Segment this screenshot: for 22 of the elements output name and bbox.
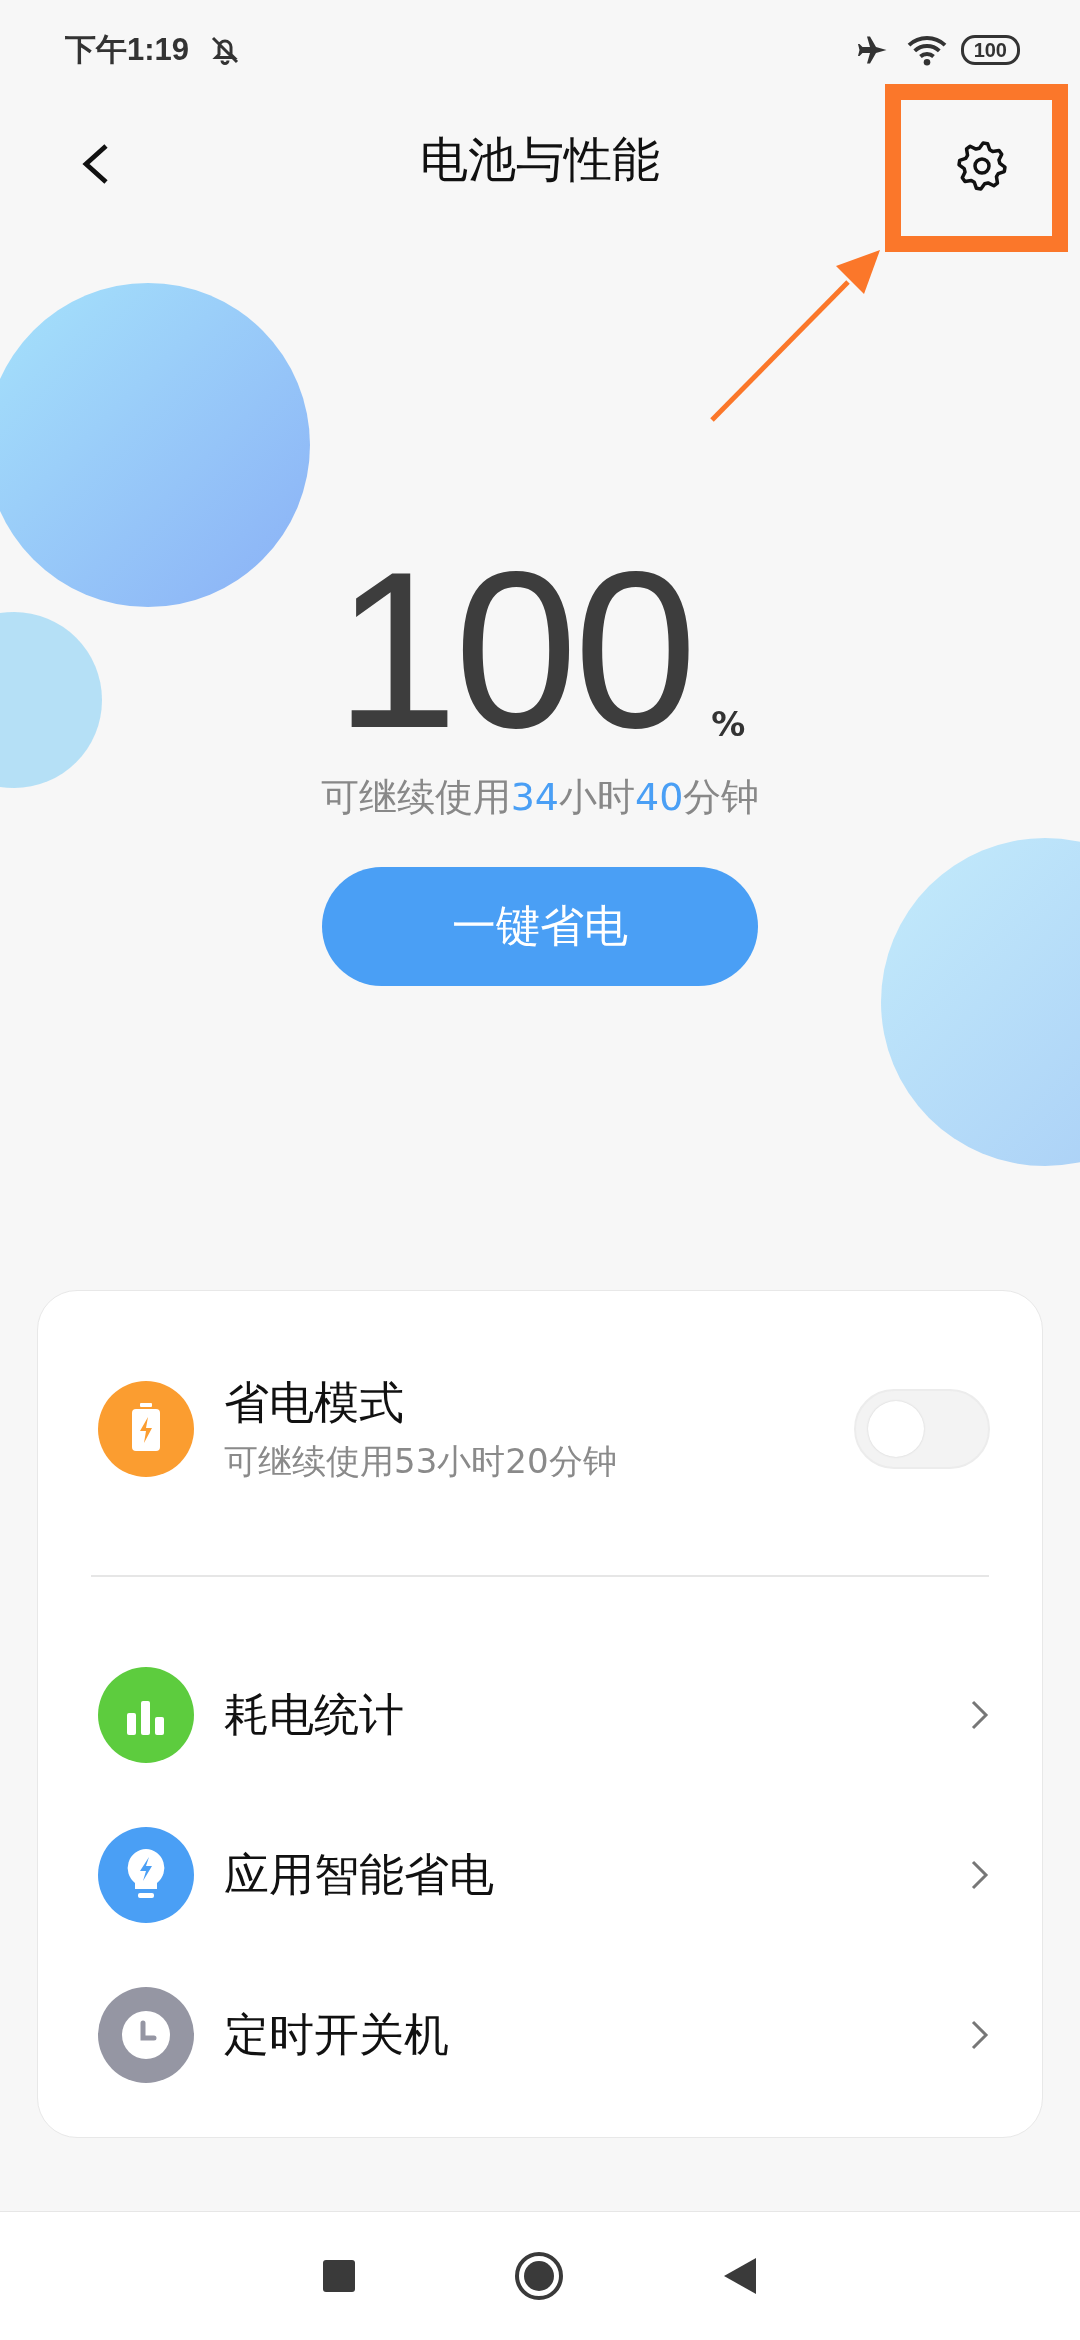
battery-percentage: 100	[334, 550, 694, 750]
settings-item[interactable]: 应用智能省电	[38, 1795, 1042, 1955]
item-title: 定时开关机	[224, 2007, 450, 2063]
item-title: 耗电统计	[224, 1687, 405, 1743]
item-title: 省电模式	[224, 1375, 405, 1431]
lightbulb-bolt-icon	[98, 1827, 194, 1923]
settings-icon	[956, 140, 1008, 192]
settings-item[interactable]: 定时开关机	[38, 1955, 1042, 2115]
battery-bolt-icon	[98, 1381, 194, 1477]
settings-item[interactable]: 耗电统计	[38, 1635, 1042, 1795]
remaining-time-text: 可继续使用34小时40分钟	[320, 774, 760, 821]
chevron-right-icon	[970, 1859, 990, 1891]
status-time: 下午1:19	[65, 31, 190, 69]
battery-indicator: 100	[960, 35, 1020, 65]
clock-icon	[98, 1987, 194, 2083]
percent-sign: %	[711, 704, 746, 744]
chevron-right-icon	[970, 2019, 990, 2051]
page-title: 电池与性能	[420, 130, 660, 189]
item-title: 应用智能省电	[224, 1847, 495, 1903]
chevron-right-icon	[970, 1699, 990, 1731]
item-subtitle: 可继续使用53小时20分钟	[224, 1440, 618, 1483]
bar-chart-icon	[98, 1667, 194, 1763]
